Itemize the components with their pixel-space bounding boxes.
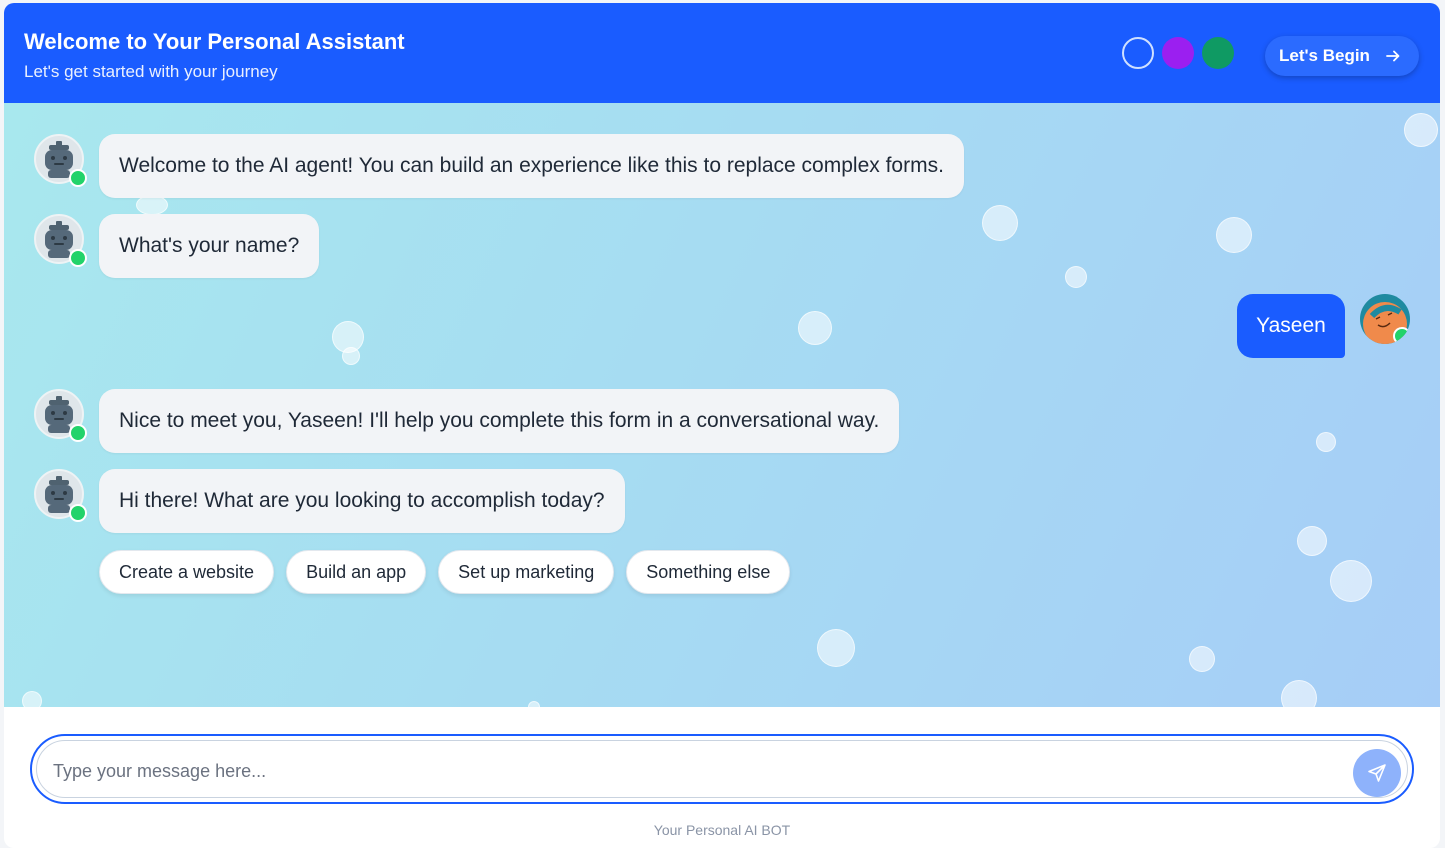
header: Welcome to Your Personal Assistant Let's… bbox=[4, 3, 1440, 103]
bot-avatar bbox=[34, 214, 87, 267]
online-indicator bbox=[69, 249, 87, 267]
lets-begin-button[interactable]: Let's Begin bbox=[1265, 36, 1419, 76]
decor-bubble bbox=[982, 205, 1018, 241]
send-icon bbox=[1368, 764, 1386, 782]
decor-bubble bbox=[1297, 526, 1327, 556]
option-something-else[interactable]: Something else bbox=[626, 550, 791, 594]
decor-bubble bbox=[1330, 560, 1372, 602]
bot-message: Nice to meet you, Yaseen! I'll help you … bbox=[99, 389, 900, 453]
message-input[interactable] bbox=[53, 751, 1343, 791]
bot-avatar bbox=[34, 134, 87, 187]
decor-bubble bbox=[1281, 680, 1317, 707]
message-composer bbox=[30, 734, 1414, 804]
bot-avatar bbox=[34, 389, 87, 442]
arrow-right-icon bbox=[1386, 50, 1400, 62]
page-subtitle: Let's get started with your journey bbox=[24, 62, 278, 81]
decor-bubble bbox=[528, 701, 540, 707]
theme-dot-green[interactable] bbox=[1202, 37, 1234, 69]
page-title: Welcome to Your Personal Assistant bbox=[24, 29, 405, 54]
bot-message: Welcome to the AI agent! You can build a… bbox=[99, 134, 964, 198]
online-indicator bbox=[69, 504, 87, 522]
user-message: Yaseen bbox=[1237, 294, 1345, 358]
decor-bubble bbox=[1065, 266, 1087, 288]
decor-bubble bbox=[798, 311, 832, 345]
option-set-up-marketing[interactable]: Set up marketing bbox=[438, 550, 615, 594]
user-avatar bbox=[1360, 294, 1410, 344]
online-indicator bbox=[69, 424, 87, 442]
bot-message: Hi there! What are you looking to accomp… bbox=[99, 469, 625, 533]
bot-message: What's your name? bbox=[99, 214, 320, 278]
chat-area[interactable]: Welcome to the AI agent! You can build a… bbox=[4, 103, 1440, 707]
decor-bubble bbox=[1216, 217, 1252, 253]
option-build-app[interactable]: Build an app bbox=[286, 550, 427, 594]
theme-dot-blue[interactable] bbox=[1122, 37, 1154, 69]
assistant-app: Welcome to Your Personal Assistant Let's… bbox=[4, 3, 1440, 848]
bot-avatar bbox=[34, 469, 87, 522]
quick-reply-options: Create a website Build an app Set up mar… bbox=[99, 550, 791, 594]
decor-bubble bbox=[22, 691, 42, 707]
message-input-frame bbox=[36, 740, 1408, 798]
decor-bubble bbox=[342, 347, 360, 365]
decor-bubble bbox=[136, 195, 168, 215]
theme-dot-purple[interactable] bbox=[1162, 37, 1194, 69]
decor-bubble bbox=[1189, 646, 1215, 672]
decor-bubble bbox=[817, 629, 855, 667]
option-create-website[interactable]: Create a website bbox=[99, 550, 275, 594]
decor-bubble bbox=[1316, 432, 1336, 452]
lets-begin-label: Let's Begin bbox=[1279, 46, 1370, 65]
online-indicator bbox=[69, 169, 87, 187]
send-button[interactable] bbox=[1353, 749, 1401, 797]
footer-caption: Your Personal AI BOT bbox=[653, 822, 791, 838]
decor-bubble bbox=[1404, 113, 1438, 147]
online-indicator bbox=[1393, 327, 1410, 344]
